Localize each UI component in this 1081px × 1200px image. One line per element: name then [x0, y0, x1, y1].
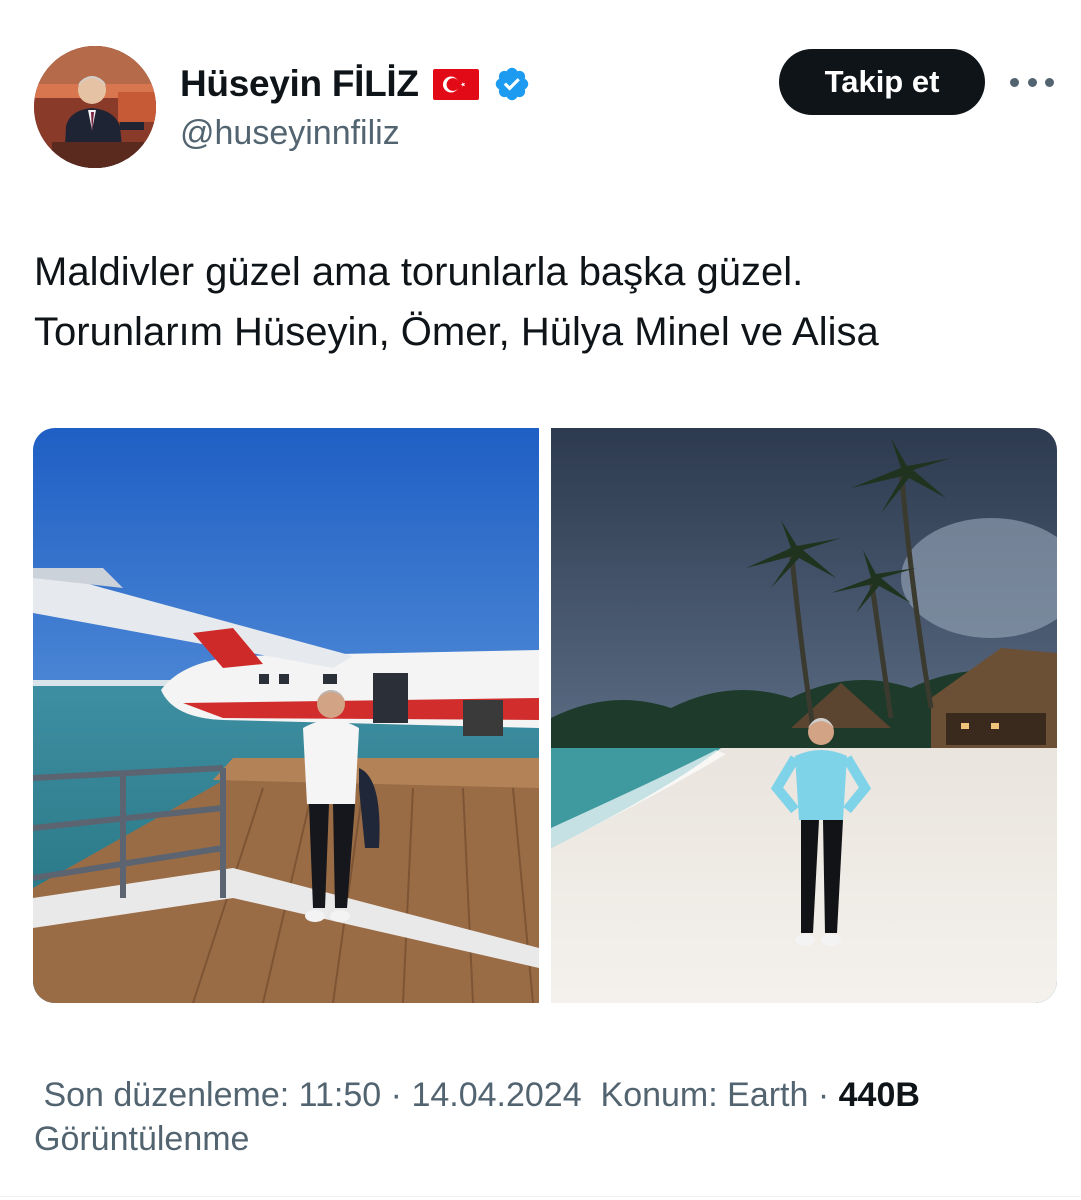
- avatar-photo: [34, 46, 156, 168]
- photo-seaplane[interactable]: [33, 428, 539, 1003]
- author-name-row: Hüseyin FİLİZ: [180, 62, 531, 106]
- tweet-time[interactable]: 11:50: [299, 1076, 382, 1114]
- location-label: Konum: Earth: [600, 1076, 809, 1114]
- photo-beach[interactable]: [551, 428, 1057, 1003]
- divider: [0, 1196, 1081, 1197]
- more-options-icon[interactable]: [1010, 70, 1054, 94]
- tweet-text-line: Torunlarım Hüseyin, Ömer, Hülya Minel ve…: [34, 310, 879, 354]
- beach-image: [551, 428, 1057, 1003]
- views-label: Görüntülenme: [34, 1120, 250, 1158]
- tweet-date[interactable]: 14.04.2024: [411, 1076, 581, 1114]
- separator: ·: [390, 1076, 402, 1114]
- seaplane-image: [33, 428, 539, 1003]
- tweet-text: Maldivler güzel ama torunlarla başka güz…: [34, 242, 1054, 362]
- tweet-media: [33, 428, 1057, 1003]
- tweet-text-line: Maldivler güzel ama torunlarla başka güz…: [34, 250, 804, 294]
- verified-badge-icon: [495, 67, 528, 101]
- dot: [1027, 77, 1037, 87]
- dot: [1045, 77, 1054, 87]
- author-display-name[interactable]: Hüseyin FİLİZ: [180, 63, 419, 105]
- tweet-meta: Son düzenleme: 11:50 · 14.04.2024 Konum:…: [34, 1073, 1054, 1161]
- meta-line-1: Son düzenleme: 11:50 · 14.04.2024 Konum:…: [34, 1073, 1054, 1117]
- dot: [1010, 77, 1019, 87]
- author-handle[interactable]: @huseyinnfiliz: [180, 114, 400, 153]
- separator: ·: [817, 1076, 830, 1114]
- edited-label[interactable]: Son düzenleme:: [43, 1076, 289, 1114]
- turkey-flag-icon: [432, 68, 479, 100]
- follow-button[interactable]: Takip et: [779, 49, 985, 115]
- avatar[interactable]: [34, 46, 156, 168]
- views-count: 440B: [838, 1076, 920, 1114]
